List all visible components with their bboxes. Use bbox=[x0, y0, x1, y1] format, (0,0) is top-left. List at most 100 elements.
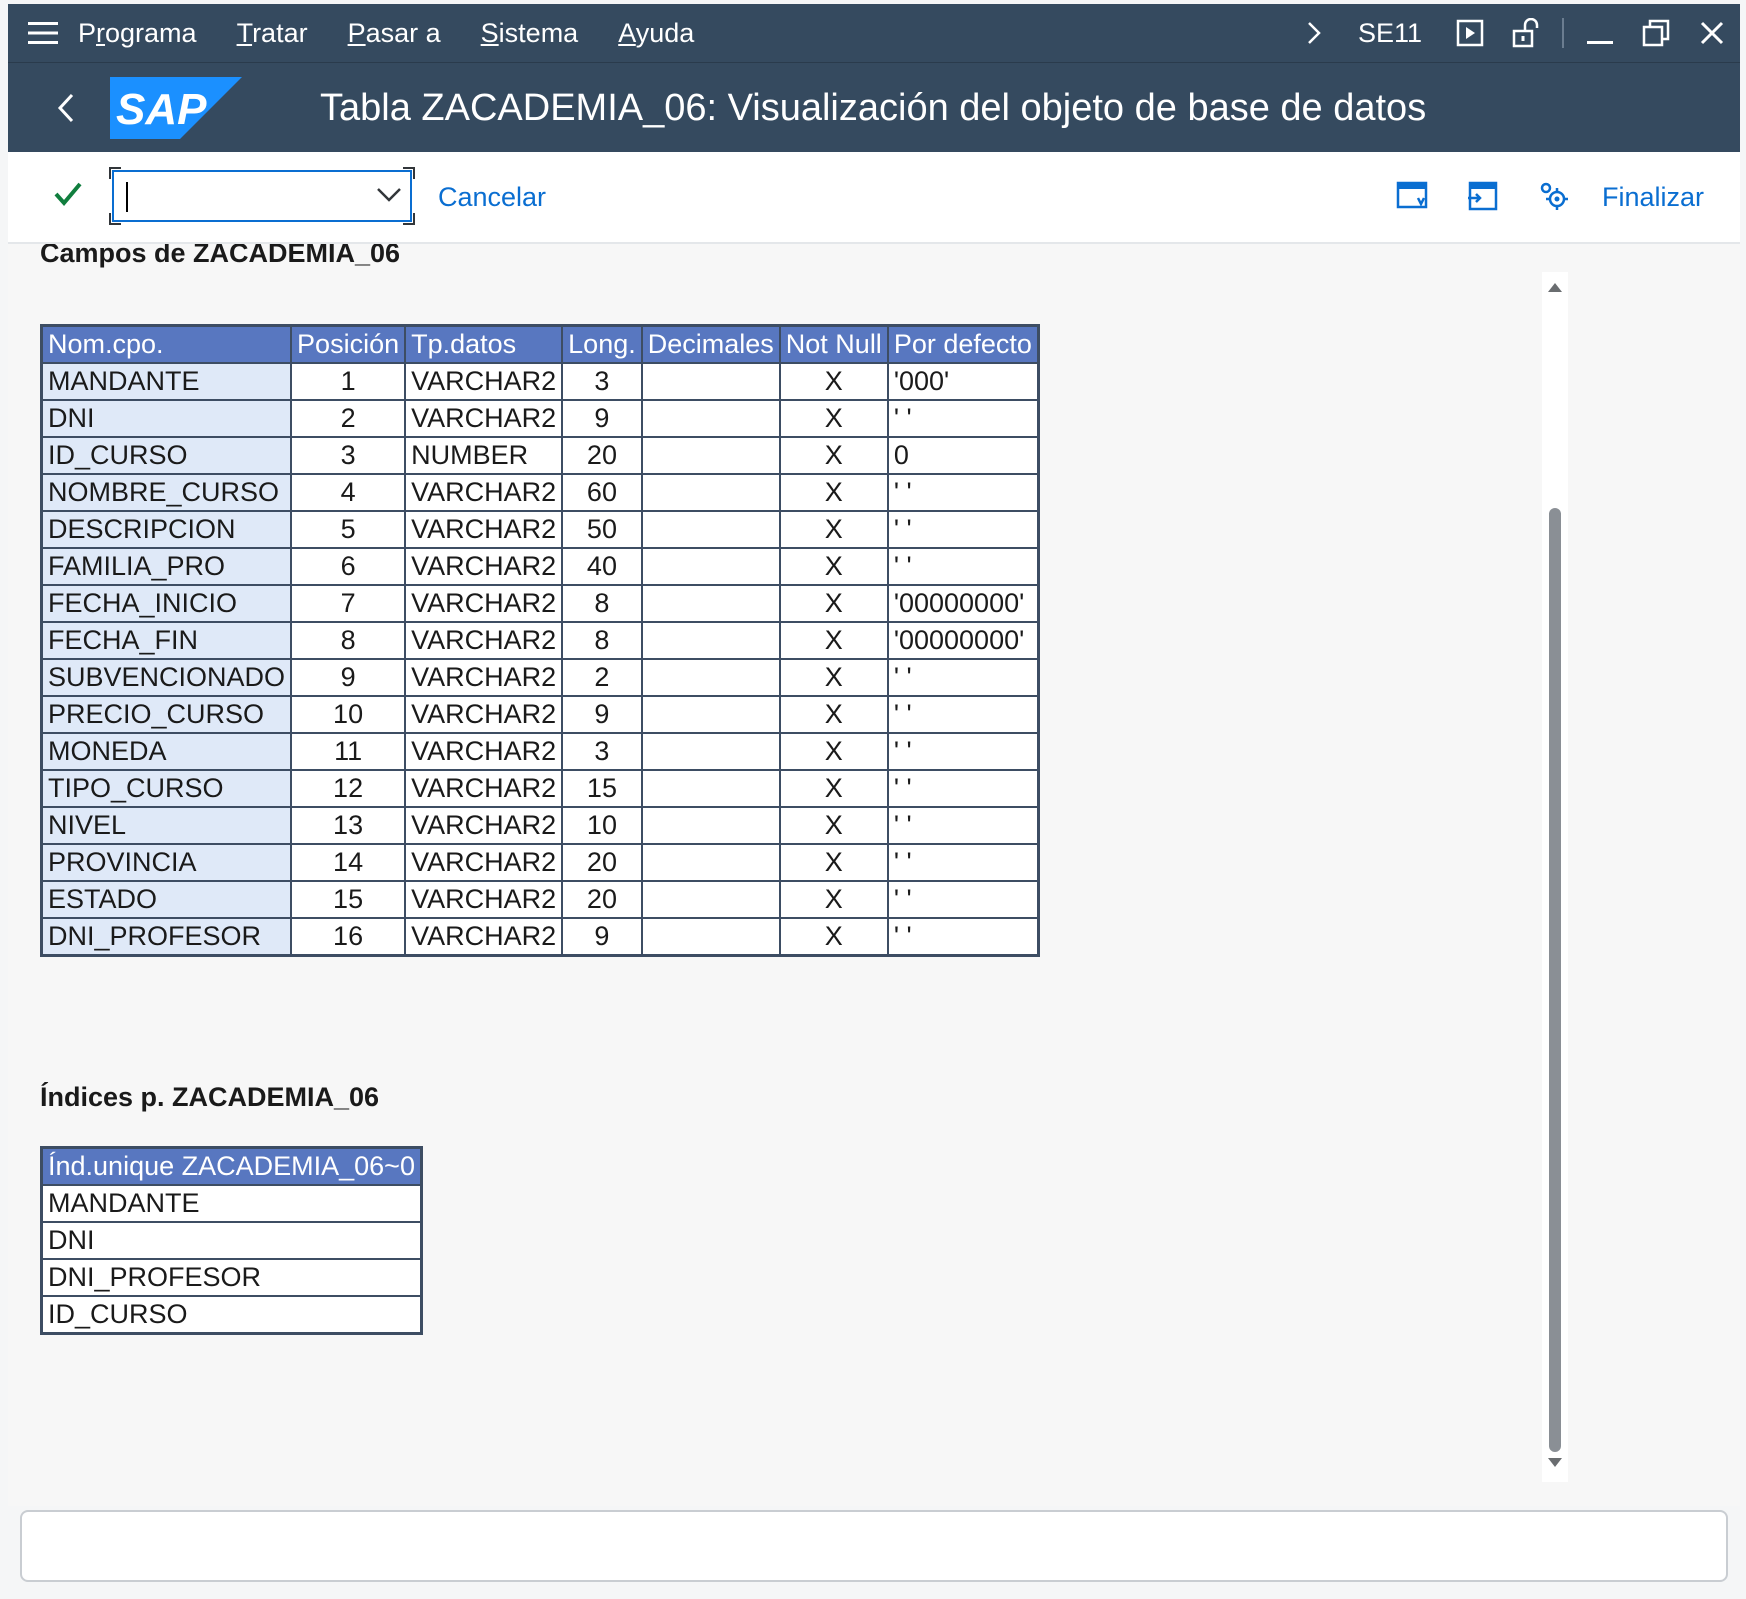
table-cell bbox=[640, 584, 781, 623]
table-row[interactable]: DESCRIPCION 5 VARCHAR2 50 X ' ' bbox=[40, 510, 1040, 549]
table-row[interactable]: PRECIO_CURSO 10 VARCHAR2 9 X ' ' bbox=[40, 695, 1040, 734]
column-header[interactable]: Posición bbox=[290, 324, 407, 364]
table-cell: 0 bbox=[886, 436, 1040, 475]
table-cell: 4 bbox=[290, 473, 407, 512]
page-title: Tabla ZACADEMIA_06: Visualización del ob… bbox=[320, 87, 1427, 129]
table-cell: ' ' bbox=[886, 658, 1040, 697]
transaction-code: SE11 bbox=[1357, 17, 1422, 48]
table-cell: ' ' bbox=[886, 843, 1040, 882]
table-cell: 15 bbox=[290, 880, 407, 919]
table-cell: X bbox=[778, 473, 889, 512]
chevron-right-icon[interactable] bbox=[1286, 4, 1342, 62]
close-icon[interactable] bbox=[1684, 4, 1740, 62]
table-row[interactable]: SUBVENCIONADO 9 VARCHAR2 2 X ' ' bbox=[40, 658, 1040, 697]
table-cell: 12 bbox=[290, 769, 407, 808]
menu-item[interactable]: Pasar a bbox=[348, 18, 441, 49]
command-field[interactable] bbox=[109, 167, 415, 225]
table-cell: X bbox=[778, 510, 889, 549]
table-row[interactable]: ID_CURSO 3 NUMBER 20 X 0 bbox=[40, 436, 1040, 475]
fields-table: Nom.cpo. Posición Tp.datos Long. Decimales No… bbox=[40, 324, 1040, 957]
generate-icon[interactable] bbox=[1462, 176, 1502, 216]
table-cell bbox=[640, 806, 781, 845]
table-row[interactable]: DNI bbox=[40, 1221, 423, 1260]
table-cell: VARCHAR2 bbox=[404, 399, 564, 438]
indices-section-title: Índices p. ZACADEMIA_06 bbox=[40, 1082, 380, 1112]
table-cell: VARCHAR2 bbox=[404, 769, 564, 808]
menu-item[interactable]: Tratar bbox=[237, 18, 308, 49]
hamburger-icon[interactable] bbox=[8, 4, 78, 62]
minimize-icon[interactable] bbox=[1572, 4, 1628, 62]
scroll-up-icon[interactable] bbox=[1547, 280, 1563, 298]
table-cell: ' ' bbox=[886, 473, 1040, 512]
index-header[interactable]: Índ.unique ZACADEMIA_06~0 bbox=[40, 1146, 423, 1186]
table-cell: 16 bbox=[290, 917, 407, 957]
new-window-icon[interactable] bbox=[1392, 176, 1432, 216]
restore-icon[interactable] bbox=[1628, 4, 1684, 62]
table-cell: '000' bbox=[886, 362, 1040, 401]
menu-item[interactable]: Ayuda bbox=[618, 18, 694, 49]
play-icon[interactable] bbox=[1442, 4, 1498, 62]
table-cell bbox=[640, 473, 781, 512]
settings-icon[interactable] bbox=[1534, 176, 1574, 216]
table-row[interactable]: FECHA_INICIO 7 VARCHAR2 8 X '00000000' bbox=[40, 584, 1040, 623]
table-row[interactable]: DNI 2 VARCHAR2 9 X ' ' bbox=[40, 399, 1040, 438]
status-bar bbox=[20, 1510, 1728, 1582]
back-icon[interactable] bbox=[48, 89, 86, 127]
table-row[interactable]: NOMBRE_CURSO 4 VARCHAR2 60 X ' ' bbox=[40, 473, 1040, 512]
table-cell bbox=[640, 732, 781, 771]
column-header[interactable]: Decimales bbox=[640, 324, 781, 364]
table-row[interactable]: ESTADO 15 VARCHAR2 20 X ' ' bbox=[40, 880, 1040, 919]
table-cell: 40 bbox=[561, 547, 643, 586]
table-cell: VARCHAR2 bbox=[404, 806, 564, 845]
table-cell: 9 bbox=[561, 695, 643, 734]
table-cell bbox=[640, 695, 781, 734]
column-header[interactable]: Tp.datos bbox=[404, 324, 564, 364]
column-header[interactable]: Nom.cpo. bbox=[40, 324, 293, 364]
table-row[interactable]: MANDANTE 1 VARCHAR2 3 X '000' bbox=[40, 362, 1040, 401]
table-row[interactable]: MONEDA 11 VARCHAR2 3 X ' ' bbox=[40, 732, 1040, 771]
finish-button[interactable]: Finalizar bbox=[1602, 152, 1704, 242]
table-cell: X bbox=[778, 621, 889, 660]
table-cell: VARCHAR2 bbox=[404, 547, 564, 586]
table-cell: PRECIO_CURSO bbox=[40, 695, 293, 734]
scroll-down-icon[interactable] bbox=[1547, 1456, 1563, 1474]
table-cell: 13 bbox=[290, 806, 407, 845]
table-cell: X bbox=[778, 917, 889, 957]
column-header[interactable]: Not Null bbox=[778, 324, 889, 364]
table-row[interactable]: DNI_PROFESOR bbox=[40, 1258, 423, 1297]
table-row[interactable]: DNI_PROFESOR 16 VARCHAR2 9 X ' ' bbox=[40, 917, 1040, 957]
table-cell: VARCHAR2 bbox=[404, 510, 564, 549]
menu-item-label: yuda bbox=[635, 17, 695, 48]
table-row[interactable]: MANDANTE bbox=[40, 1184, 423, 1223]
table-row[interactable]: ID_CURSO bbox=[40, 1295, 423, 1335]
dropdown-icon[interactable] bbox=[376, 186, 402, 209]
table-cell: 1 bbox=[290, 362, 407, 401]
table-cell bbox=[640, 362, 781, 401]
menu-item[interactable]: Sistema bbox=[481, 18, 579, 49]
table-row[interactable]: PROVINCIA 14 VARCHAR2 20 X ' ' bbox=[40, 843, 1040, 882]
table-cell: PROVINCIA bbox=[40, 843, 293, 882]
table-cell bbox=[640, 917, 781, 957]
column-header[interactable]: Long. bbox=[561, 324, 643, 364]
table-cell: DNI_PROFESOR bbox=[40, 917, 293, 957]
vertical-scrollbar[interactable] bbox=[1542, 272, 1568, 1482]
column-header[interactable]: Por defecto bbox=[886, 324, 1040, 364]
table-cell: VARCHAR2 bbox=[404, 362, 564, 401]
check-icon[interactable] bbox=[52, 178, 84, 215]
divider bbox=[1562, 18, 1564, 48]
table-cell: X bbox=[778, 695, 889, 734]
text-cursor bbox=[126, 182, 128, 212]
table-row[interactable]: TIPO_CURSO 12 VARCHAR2 15 X ' ' bbox=[40, 769, 1040, 808]
table-cell: X bbox=[778, 732, 889, 771]
table-row[interactable]: FECHA_FIN 8 VARCHAR2 8 X '00000000' bbox=[40, 621, 1040, 660]
unlock-icon[interactable] bbox=[1498, 4, 1554, 62]
table-row[interactable]: FAMILIA_PRO 6 VARCHAR2 40 X ' ' bbox=[40, 547, 1040, 586]
cancel-button[interactable]: Cancelar bbox=[438, 152, 546, 242]
menu-item[interactable]: Programa bbox=[78, 18, 197, 49]
table-cell bbox=[640, 769, 781, 808]
table-row[interactable]: NIVEL 13 VARCHAR2 10 X ' ' bbox=[40, 806, 1040, 845]
scrollbar-thumb[interactable] bbox=[1549, 508, 1561, 1452]
table-cell: 3 bbox=[290, 436, 407, 475]
table-cell: FECHA_FIN bbox=[40, 621, 293, 660]
table-cell: DNI_PROFESOR bbox=[40, 1258, 423, 1297]
